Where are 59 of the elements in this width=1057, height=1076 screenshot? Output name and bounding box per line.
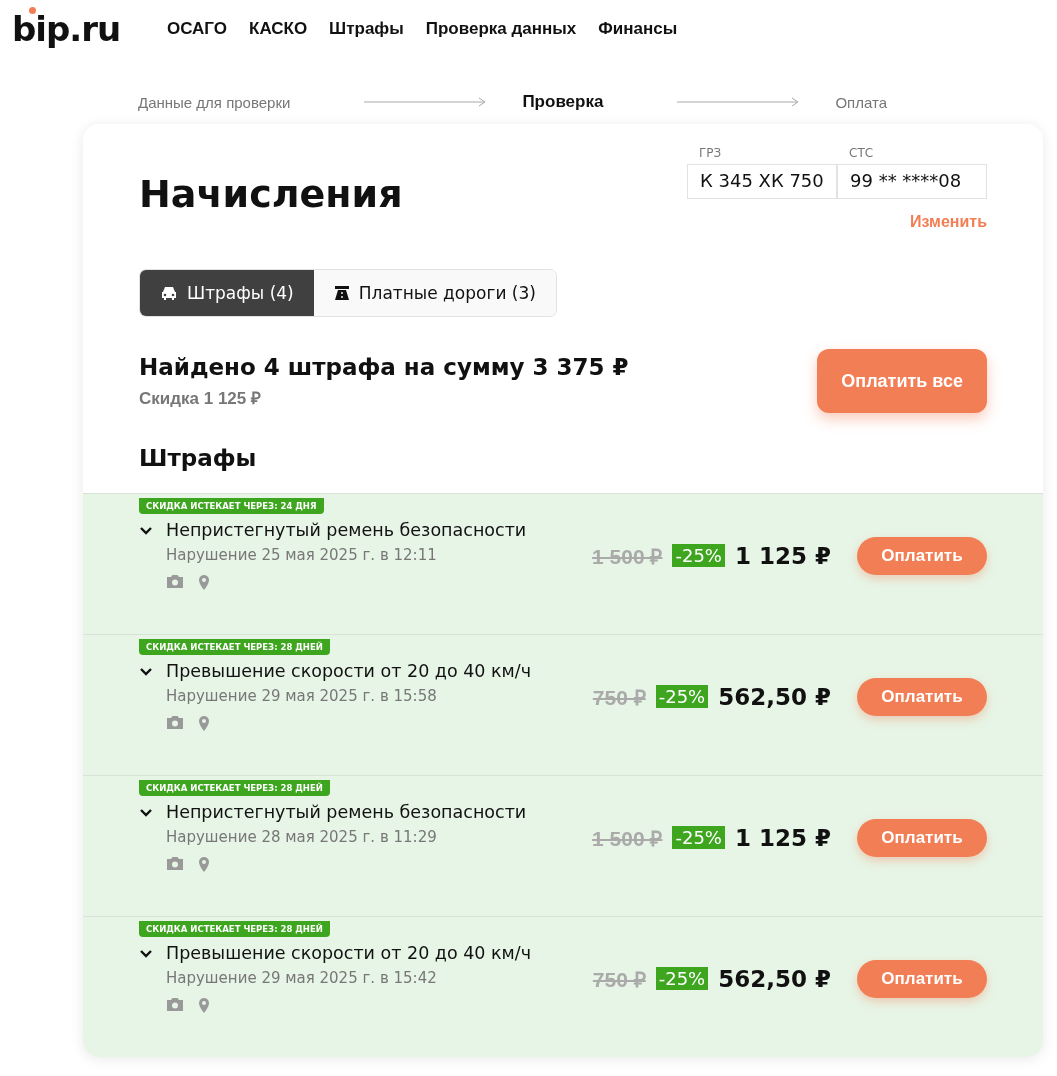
fine-date: Нарушение 29 мая 2025 г. в 15:42 bbox=[166, 969, 438, 987]
nav-link[interactable]: ОСАГО bbox=[167, 19, 227, 39]
discount-deadline-badge: СКИДКА ИСТЕКАЕТ ЧЕРЕЗ: 28 ДНЕЙ bbox=[139, 780, 330, 796]
logo[interactable]: bip.ru bbox=[12, 9, 167, 49]
chevron-down-icon[interactable] bbox=[139, 526, 153, 536]
toll-road-icon bbox=[333, 285, 350, 301]
step-label: Данные для проверки bbox=[138, 93, 291, 111]
nav-link[interactable]: КАСКО bbox=[249, 19, 308, 39]
camera-icon[interactable] bbox=[166, 574, 184, 589]
map-pin-icon[interactable] bbox=[198, 715, 210, 732]
discount-deadline-badge: СКИДКА ИСТЕКАЕТ ЧЕРЕЗ: 28 ДНЕЙ bbox=[139, 639, 330, 655]
fine-date: Нарушение 29 мая 2025 г. в 15:58 bbox=[166, 687, 438, 705]
old-price: 1 500 ₽ bbox=[592, 825, 663, 852]
discount-deadline-badge: СКИДКА ИСТЕКАЕТ ЧЕРЕЗ: 28 ДНЕЙ bbox=[139, 921, 330, 937]
step-label: Проверка bbox=[522, 92, 604, 112]
discount-badge: -25% bbox=[655, 967, 709, 990]
chevron-down-icon[interactable] bbox=[139, 667, 153, 677]
fine-price: 1 125 ₽ bbox=[734, 824, 831, 851]
nav-link[interactable]: Проверка данных bbox=[425, 19, 577, 39]
fine-title: Превышение скорости от 20 до 40 км/ч bbox=[166, 661, 532, 681]
chevron-down-icon[interactable] bbox=[139, 949, 153, 959]
field-label: СТС bbox=[848, 146, 875, 162]
old-price: 1 500 ₽ bbox=[592, 543, 663, 570]
fine-price: 562,50 ₽ bbox=[718, 683, 831, 710]
discount-deadline-badge: СКИДКА ИСТЕКАЕТ ЧЕРЕЗ: 24 ДНЯ bbox=[139, 498, 324, 514]
discount-badge: -25% bbox=[655, 685, 709, 708]
fine-price: 562,50 ₽ bbox=[718, 965, 831, 992]
discount-total: Скидка 1 125 ₽ bbox=[139, 387, 262, 409]
fine-date: Нарушение 28 мая 2025 г. в 11:29 bbox=[166, 828, 438, 846]
fine-date: Нарушение 25 мая 2025 г. в 12:11 bbox=[166, 546, 438, 564]
field-label: ГРЗ bbox=[698, 146, 723, 162]
fine-title: Непристегнутый ремень безопасности bbox=[166, 520, 527, 540]
map-pin-icon[interactable] bbox=[198, 856, 210, 873]
car-icon bbox=[160, 285, 178, 301]
nav-link[interactable]: Финансы bbox=[598, 19, 678, 39]
discount-badge: -25% bbox=[672, 544, 725, 567]
discount-badge: -25% bbox=[672, 826, 725, 849]
sts-field: 99 ** ****08 bbox=[837, 164, 987, 199]
nav-link[interactable]: Штрафы bbox=[329, 19, 404, 39]
old-price: 750 ₽ bbox=[592, 684, 646, 711]
step-label: Оплата bbox=[835, 93, 887, 111]
fine-title: Превышение скорости от 20 до 40 км/ч bbox=[166, 943, 532, 963]
step-arrow-icon bbox=[364, 97, 487, 107]
page-title: Начисления bbox=[139, 172, 403, 218]
summary-title: Найдено 4 штрафа на сумму 3 375 ₽ bbox=[139, 353, 629, 380]
camera-icon[interactable] bbox=[166, 997, 184, 1012]
camera-icon[interactable] bbox=[166, 856, 184, 871]
camera-icon[interactable] bbox=[166, 715, 184, 730]
fine-title: Непристегнутый ремень безопасности bbox=[166, 802, 527, 822]
plate-field: К 345 ХК 750 bbox=[687, 164, 837, 199]
section-title: Штрафы bbox=[139, 445, 258, 471]
tab[interactable]: Платные дороги (3) bbox=[313, 270, 556, 316]
map-pin-icon[interactable] bbox=[198, 997, 210, 1014]
fine-price: 1 125 ₽ bbox=[734, 542, 831, 569]
chevron-down-icon[interactable] bbox=[139, 808, 153, 818]
tab[interactable]: Штрафы (4) bbox=[140, 270, 314, 316]
step-arrow-icon bbox=[677, 97, 800, 107]
map-pin-icon[interactable] bbox=[198, 574, 210, 591]
old-price: 750 ₽ bbox=[592, 966, 646, 993]
